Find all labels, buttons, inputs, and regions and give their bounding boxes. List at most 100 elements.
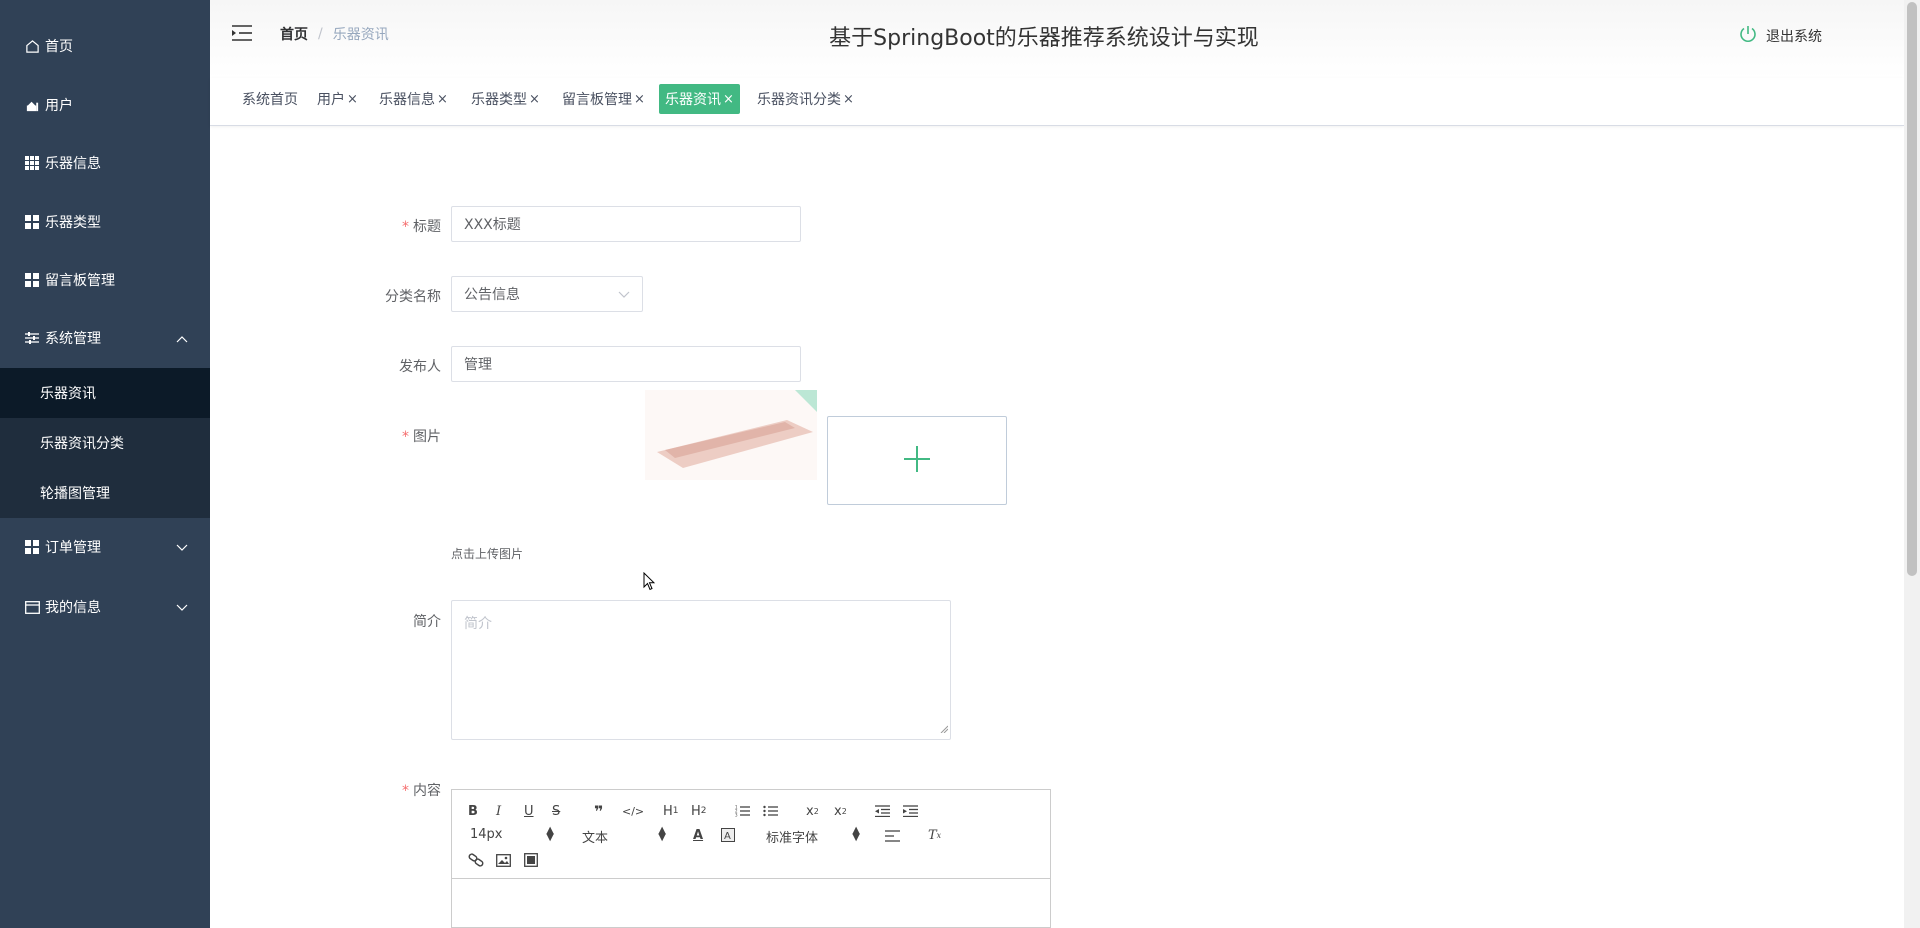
tab-label: 乐器资讯 <box>665 92 721 108</box>
sidebar-subitem-label: 乐器资讯分类 <box>40 436 124 452</box>
blockquote-icon[interactable]: ❞ <box>594 802 603 821</box>
grid-icon <box>24 155 40 171</box>
header-1-icon[interactable]: H1 <box>663 802 679 820</box>
sidebar-item-order-management[interactable]: 订单管理 <box>0 518 210 576</box>
tab-system-home[interactable]: 系统首页 <box>236 84 304 114</box>
tab-instrument-news[interactable]: 乐器资讯 × <box>659 84 740 114</box>
align-icon[interactable] <box>885 827 900 845</box>
publisher-label: 发布人 <box>399 359 441 375</box>
updown-icon: ▲ ▼ <box>658 825 666 843</box>
indent-icon[interactable] <box>903 802 918 820</box>
sidebar-item-instrument-info[interactable]: 乐器信息 <box>0 134 210 192</box>
updown-icon: ▲ ▼ <box>852 825 860 843</box>
image-icon[interactable] <box>496 851 511 869</box>
font-family-select[interactable]: 标准字体 ▲ ▼ <box>766 825 860 847</box>
svg-text:A: A <box>724 831 731 842</box>
tab-label: 用户 <box>317 92 345 108</box>
outdent-icon[interactable] <box>875 802 890 820</box>
intro-textarea[interactable]: 简介 <box>451 600 951 740</box>
app-title: 基于SpringBoot的乐器推荐系统设计与实现 <box>829 26 1259 51</box>
underline-icon[interactable]: U <box>524 802 534 820</box>
tab-news-category[interactable]: 乐器资讯分类 × <box>751 84 860 114</box>
required-mark: * <box>402 429 409 445</box>
close-icon[interactable]: × <box>723 92 734 107</box>
font-size-select[interactable]: 14px ▲ ▼ <box>470 825 554 843</box>
sidebar-item-label: 乐器类型 <box>45 215 101 231</box>
page-scrollbar[interactable] <box>1904 0 1920 928</box>
logout-button[interactable]: 退出系统 <box>1738 24 1822 48</box>
sidebar-item-message-board[interactable]: 留言板管理 <box>0 251 210 309</box>
tab-message-board[interactable]: 留言板管理 × <box>556 84 651 114</box>
sidebar-subitem-carousel[interactable]: 轮播图管理 <box>0 468 210 518</box>
superscript-icon[interactable]: x2 <box>834 802 847 820</box>
sidebar-item-system-management[interactable]: 系统管理 <box>0 309 210 367</box>
font-color-icon[interactable]: A <box>693 826 703 844</box>
apps-icon <box>24 214 40 230</box>
power-icon <box>1738 24 1758 48</box>
tab-instrument-type[interactable]: 乐器类型 × <box>465 84 546 114</box>
title-label: * 标题 <box>402 219 441 235</box>
bold-icon[interactable]: B <box>468 802 478 820</box>
sidebar-item-label: 订单管理 <box>45 540 101 556</box>
close-icon[interactable]: × <box>529 92 540 107</box>
scrollbar-thumb[interactable] <box>1907 2 1917 576</box>
chevron-up-icon <box>176 331 188 347</box>
tab-user[interactable]: 用户 × <box>311 84 364 114</box>
sidebar-subitem-instrument-news[interactable]: 乐器资讯 <box>0 368 210 418</box>
header-select-value: 文本 <box>582 831 609 846</box>
tab-instrument-info[interactable]: 乐器信息 × <box>373 84 454 114</box>
code-block-icon[interactable]: </> <box>622 802 644 820</box>
sidebar: 首页 用户 乐器信息 乐器类型 留言板管理 系统管理 乐器资讯 乐器资讯分类 轮… <box>0 0 210 928</box>
header-select[interactable]: 文本 ▲ ▼ <box>582 825 666 847</box>
intro-placeholder: 简介 <box>464 616 492 632</box>
apps-icon <box>24 272 40 288</box>
mouse-cursor-icon <box>643 571 656 595</box>
tab-label: 乐器信息 <box>379 92 435 108</box>
home-icon <box>24 38 40 54</box>
sidebar-item-instrument-type[interactable]: 乐器类型 <box>0 193 210 251</box>
close-icon[interactable]: × <box>347 92 358 107</box>
uploaded-image-thumbnail[interactable] <box>645 390 817 480</box>
sidebar-item-home[interactable]: 首页 <box>0 17 210 75</box>
editor-content-area[interactable] <box>452 879 1050 928</box>
subscript-icon[interactable]: x2 <box>806 802 819 820</box>
image-label: * 图片 <box>402 429 441 445</box>
content-label: * 内容 <box>402 783 441 799</box>
sidebar-item-user[interactable]: 用户 <box>0 76 210 134</box>
tab-label: 系统首页 <box>242 92 298 108</box>
clear-format-icon[interactable]: Tx <box>928 826 941 844</box>
resize-handle-icon[interactable] <box>940 721 949 737</box>
close-icon[interactable]: × <box>634 92 645 107</box>
background-color-icon[interactable]: A <box>721 826 735 844</box>
video-icon[interactable] <box>524 851 538 869</box>
intro-label: 简介 <box>413 614 441 630</box>
updown-icon: ▲ ▼ <box>546 825 554 843</box>
sliders-icon <box>24 330 40 346</box>
category-select[interactable]: 公告信息 <box>451 276 643 312</box>
sidebar-item-label: 首页 <box>45 39 73 55</box>
header-2-icon[interactable]: H2 <box>691 802 707 820</box>
title-input[interactable]: XXX标题 <box>451 206 801 242</box>
publisher-input-value: 管理 <box>464 357 492 373</box>
sidebar-item-label: 乐器信息 <box>45 156 101 172</box>
required-mark: * <box>402 783 409 799</box>
user-icon <box>24 97 40 113</box>
strike-icon[interactable]: S <box>552 802 560 820</box>
publisher-input[interactable]: 管理 <box>451 346 801 382</box>
bullet-list-icon[interactable] <box>763 802 778 820</box>
close-icon[interactable]: × <box>843 92 854 107</box>
chevron-down-icon <box>176 540 188 556</box>
sidebar-subitem-news-category[interactable]: 乐器资讯分类 <box>0 418 210 468</box>
close-icon[interactable]: × <box>437 92 448 107</box>
image-upload-button[interactable] <box>827 416 1007 505</box>
link-icon[interactable] <box>468 851 484 869</box>
italic-icon[interactable]: I <box>496 802 501 820</box>
required-mark: * <box>402 219 409 235</box>
card-icon <box>24 599 40 615</box>
rich-text-editor: B I U S ❞ </> H1 H2 123 x2 x2 14px ▲ ▼ 文本… <box>451 789 1051 928</box>
logout-label: 退出系统 <box>1766 29 1822 45</box>
sidebar-item-my-info[interactable]: 我的信息 <box>0 578 210 636</box>
ordered-list-icon[interactable]: 123 <box>735 802 750 820</box>
sidebar-item-label: 我的信息 <box>45 600 101 616</box>
editor-toolbar: B I U S ❞ </> H1 H2 123 x2 x2 14px ▲ ▼ 文本… <box>452 790 1050 879</box>
